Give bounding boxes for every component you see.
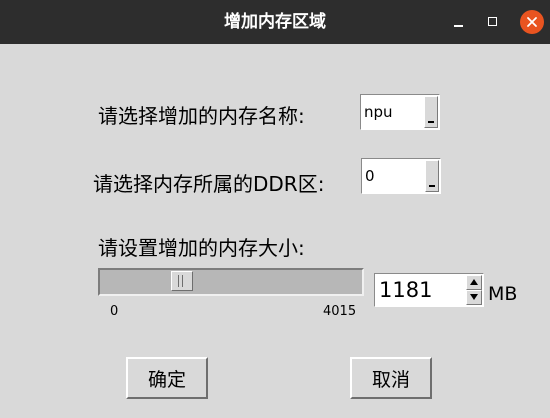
cancel-button[interactable]: 取消 (350, 357, 432, 399)
close-icon (527, 17, 537, 27)
maximize-icon (488, 17, 497, 26)
maximize-button[interactable] (482, 11, 504, 33)
memory-name-dropdown-button[interactable] (424, 96, 438, 128)
minimize-icon (454, 25, 463, 27)
slider-thumb[interactable] (170, 271, 193, 291)
dropdown-arrow-icon (428, 121, 434, 123)
arrow-up-icon (470, 279, 478, 285)
arrow-down-icon (470, 294, 478, 300)
ddr-region-value: 0 (365, 167, 375, 185)
decrement-button[interactable] (466, 290, 482, 305)
thumb-groove (177, 275, 179, 287)
ddr-region-label: 请选择内存所属的DDR区: (93, 172, 325, 196)
close-button[interactable] (520, 10, 544, 34)
minimize-button[interactable] (448, 11, 470, 33)
ddr-region-select[interactable]: 0 (361, 158, 441, 194)
memory-name-label: 请选择增加的内存名称: (98, 104, 305, 128)
increment-button[interactable] (466, 275, 482, 290)
memory-name-value: npu (364, 103, 393, 121)
slider-min-label: 0 (110, 304, 119, 319)
dropdown-arrow-icon (429, 185, 435, 187)
memory-name-select[interactable]: npu (360, 94, 440, 130)
thumb-groove (181, 275, 183, 287)
memory-size-spinbox[interactable]: 1181 (374, 273, 484, 307)
confirm-button[interactable]: 确定 (126, 357, 208, 399)
slider-max-label: 4015 (323, 304, 357, 319)
ddr-region-dropdown-button[interactable] (425, 160, 439, 192)
memory-size-label: 请设置增加的内存大小: (98, 236, 305, 260)
title-bar: 增加内存区域 (0, 0, 550, 44)
memory-size-value: 1181 (379, 278, 433, 302)
memory-size-unit: MB (488, 283, 518, 305)
memory-size-slider[interactable] (98, 268, 364, 296)
